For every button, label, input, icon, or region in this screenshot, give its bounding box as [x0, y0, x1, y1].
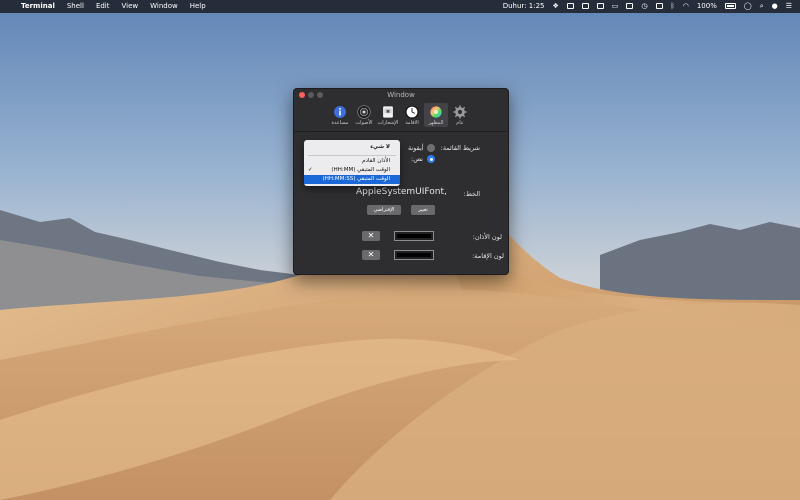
tab-iqama-label: الاقامة — [405, 120, 419, 126]
option-icon-label: أيقونة — [408, 144, 424, 152]
dropdown-item-next-adhan[interactable]: الأذان القادم — [304, 157, 400, 166]
menubar-label: شريط القائمة: — [440, 144, 480, 152]
siri-icon[interactable]: ● — [768, 0, 782, 13]
battery-icon[interactable] — [721, 0, 740, 13]
menu-view[interactable]: View — [116, 0, 145, 13]
menu-shell[interactable]: Shell — [61, 0, 90, 13]
close-window-button[interactable] — [299, 92, 305, 98]
title-bar[interactable]: Window — [294, 89, 508, 102]
adhan-color-well[interactable] — [394, 231, 434, 241]
menu-edit[interactable]: Edit — [90, 0, 116, 13]
menu-bar: Terminal Shell Edit View Window Help Duh… — [0, 0, 800, 13]
zoom-window-button[interactable] — [317, 92, 323, 98]
tab-general-label: عام — [456, 120, 464, 126]
font-label: الخط: — [463, 190, 480, 198]
battery-percent[interactable]: 100% — [693, 0, 721, 13]
window-icon[interactable] — [593, 0, 608, 13]
tab-notifications-label: الإشعارات — [377, 120, 399, 126]
tab-help-label: مساعدة — [331, 120, 349, 126]
menu-help[interactable]: Help — [184, 0, 212, 13]
change-font-button[interactable]: تغيير — [411, 205, 435, 215]
prayer-time-status[interactable]: Duhur: 1:25 — [499, 0, 549, 13]
radio-icon[interactable] — [427, 144, 435, 152]
preferences-toolbar: عام المظهر الاقامة الإشعارات الأصوات مسا… — [328, 103, 472, 127]
minimize-window-button[interactable] — [308, 92, 314, 98]
tab-appearance[interactable]: المظهر — [424, 103, 448, 127]
display-icon[interactable] — [622, 0, 637, 13]
bluetooth-icon[interactable]: ᛒ — [667, 0, 679, 13]
tab-iqama[interactable]: الاقامة — [400, 103, 424, 127]
tab-sounds[interactable]: الأصوات — [352, 103, 376, 127]
clear-adhan-color-button[interactable]: ✕ — [362, 231, 380, 241]
notification-center-icon[interactable]: ☰ — [782, 0, 796, 13]
text-format-dropdown: لا شيء الأذان القادم ✓ الوقت المتبقي (HH… — [304, 140, 400, 186]
tab-general[interactable]: عام — [448, 103, 472, 127]
adhan-color-label: لون الأذان: — [472, 233, 502, 241]
radio-text[interactable] — [427, 155, 435, 163]
tab-help[interactable]: مساعدة — [328, 103, 352, 127]
clock-icon — [405, 105, 419, 119]
wifi-icon[interactable]: ◠ — [679, 0, 693, 13]
tab-notifications[interactable]: الإشعارات — [376, 103, 400, 127]
tab-appearance-label: المظهر — [428, 120, 444, 126]
time-machine-icon[interactable]: ◷ — [637, 0, 651, 13]
speaker-icon — [357, 105, 371, 119]
airplay-icon[interactable]: ▭ — [608, 0, 623, 13]
info-icon — [334, 106, 346, 118]
gear-icon — [453, 105, 467, 119]
clear-iqama-color-button[interactable]: ✕ — [362, 250, 380, 260]
dropdown-item-none[interactable]: لا شيء — [304, 143, 400, 152]
notification-icon — [383, 106, 393, 118]
checkmark-icon: ✓ — [308, 167, 313, 173]
menu-app-name[interactable]: Terminal — [15, 0, 61, 13]
iqama-color-label: لون الإقامة: — [472, 252, 504, 260]
user-icon[interactable]: ◯ — [740, 0, 756, 13]
tab-sounds-label: الأصوات — [355, 120, 373, 126]
input-source-icon[interactable] — [652, 0, 667, 13]
dropdown-item-remaining-hhmm-label: الوقت المتبقي (HH:MM) — [331, 167, 390, 173]
screen-icon[interactable] — [563, 0, 578, 13]
spotlight-icon[interactable]: ⌕ — [756, 0, 768, 13]
dropdown-separator — [308, 155, 396, 156]
color-wheel-icon — [430, 106, 442, 118]
calendar-icon[interactable] — [578, 0, 593, 13]
dropdown-item-remaining-hhmmss[interactable]: الوقت المتبقي (HH:MM:SS) — [304, 175, 400, 184]
default-font-button[interactable]: الإفتراضي — [367, 205, 401, 215]
font-name: AppleSystemUIFont, — [356, 187, 447, 197]
menu-window[interactable]: Window — [144, 0, 184, 13]
dropbox-icon[interactable]: ❖ — [549, 0, 563, 13]
dropdown-item-remaining-hhmm[interactable]: ✓ الوقت المتبقي (HH:MM) — [304, 166, 400, 175]
iqama-color-well[interactable] — [394, 250, 434, 260]
option-text-label: نص: — [411, 155, 423, 163]
window-title: Window — [387, 91, 415, 99]
